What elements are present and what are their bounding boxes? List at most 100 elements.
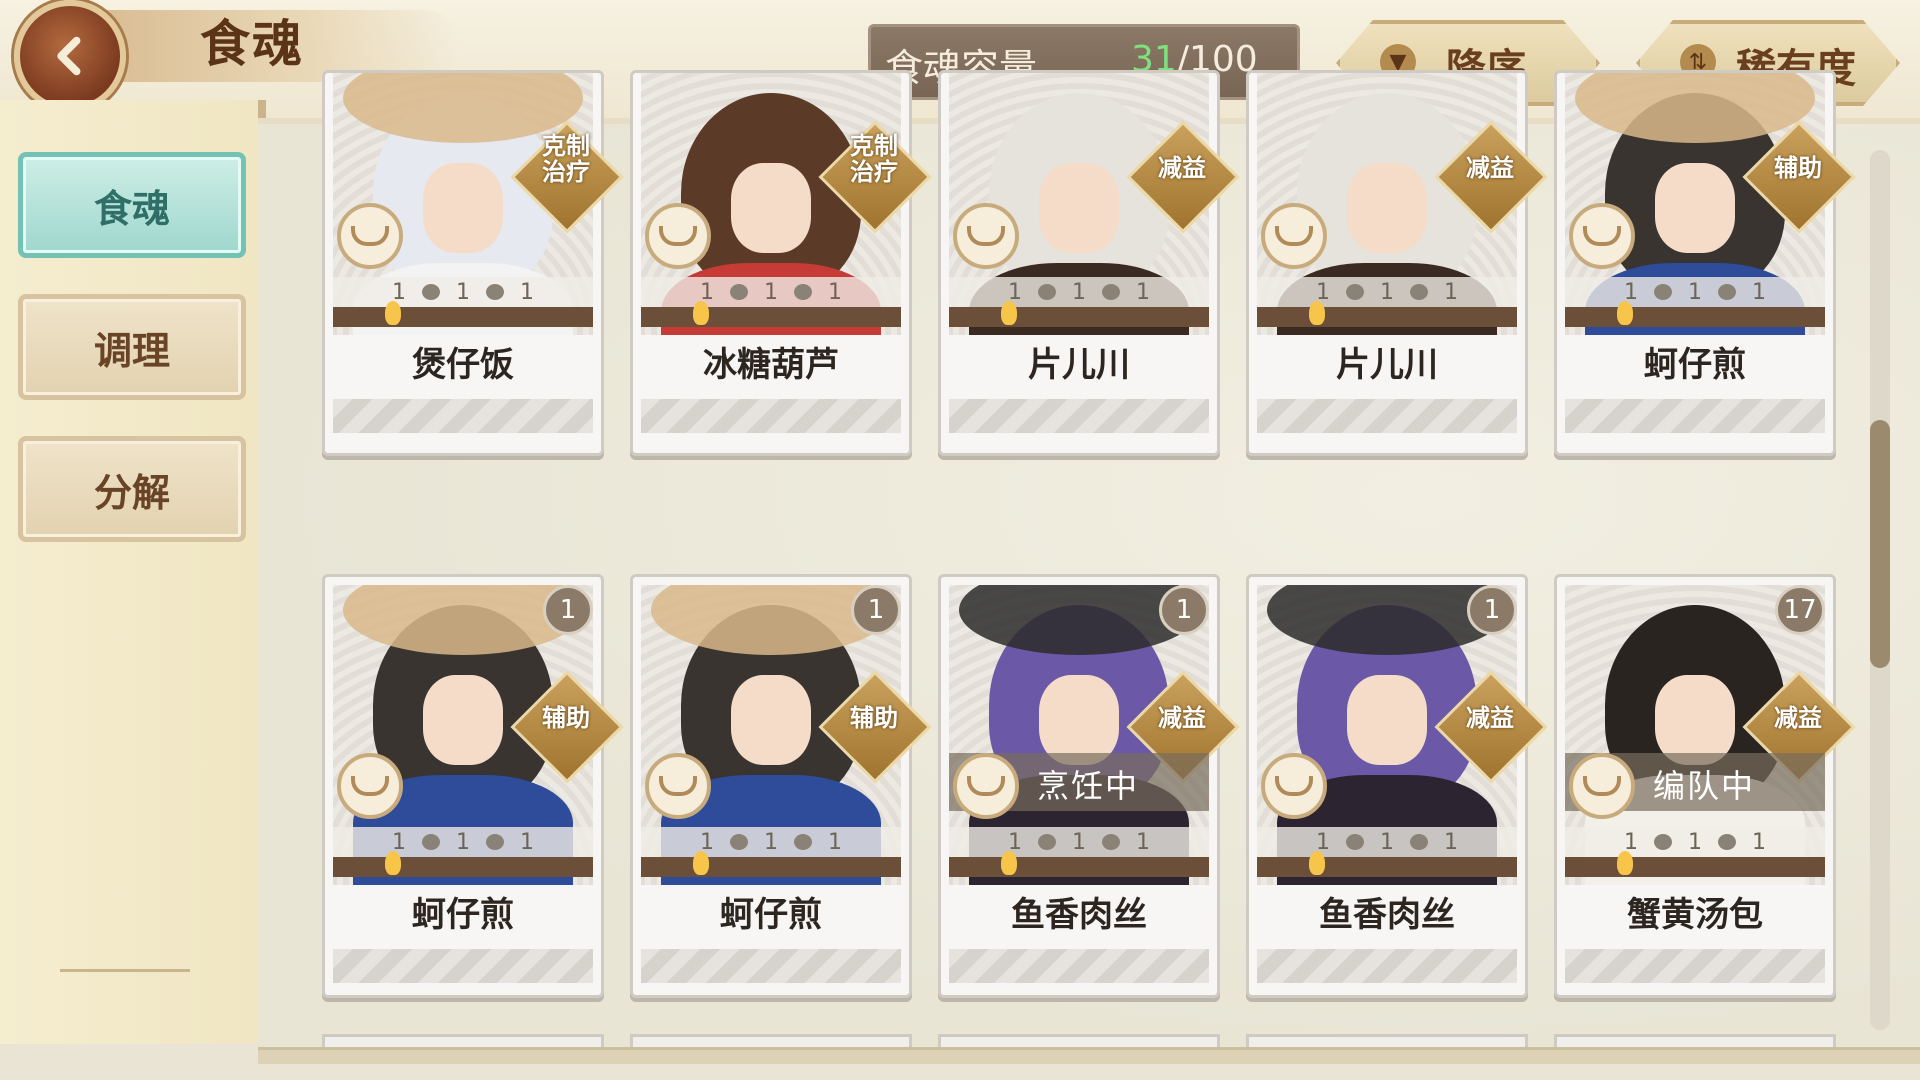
stat-value: 1 — [1380, 279, 1394, 305]
portrait-face — [1347, 163, 1427, 253]
role-label: 减益 — [1466, 154, 1514, 182]
stat-value: 1 — [1688, 829, 1702, 855]
food-soul-card[interactable]: 1 减益 烹饪中 1 1 1 鱼香肉丝 — [938, 574, 1240, 998]
food-soul-card[interactable]: 克制 治疗 1 1 1 冰糖葫芦 — [630, 70, 932, 456]
tab-decompose[interactable]: 分解 — [18, 436, 246, 542]
dish-icon — [645, 203, 711, 269]
food-soul-card[interactable]: 1 辅助 1 1 1 蚵仔煎 — [322, 574, 624, 998]
sidebar-ornament — [60, 969, 190, 1032]
role-label: 减益 — [1158, 154, 1206, 182]
tab-cook[interactable]: 调理 — [18, 294, 246, 400]
portrait-face — [1039, 675, 1119, 765]
card-foot — [1565, 949, 1825, 983]
stat-value: 1 — [520, 829, 534, 855]
role-label: 克制 治疗 — [542, 132, 590, 186]
scrollbar-thumb[interactable] — [1870, 420, 1890, 668]
fire-star-icon — [385, 851, 401, 875]
card-name: 蚵仔煎 — [412, 895, 514, 935]
stats-row: 111 — [641, 277, 901, 307]
level-badge: 1 — [1159, 585, 1209, 635]
tab-food-soul[interactable]: 食魂 — [18, 152, 246, 258]
flame-icon — [1102, 834, 1120, 850]
flame-icon — [486, 834, 504, 850]
portrait-face — [423, 675, 503, 765]
portrait-face — [423, 163, 503, 253]
drop-icon — [1346, 284, 1364, 300]
role-label: 辅助 — [1774, 154, 1822, 182]
food-soul-card[interactable]: 辅助 1 1 1 蚵仔煎 — [1554, 70, 1856, 456]
stats-row: 111 — [641, 827, 901, 857]
portrait-face — [731, 675, 811, 765]
stats-row: 111 — [333, 827, 593, 857]
food-soul-card[interactable]: 17 减益 编队中 1 1 1 蟹黄汤包 — [1554, 574, 1856, 998]
drop-icon — [422, 834, 440, 850]
dish-icon — [1261, 203, 1327, 269]
dish-icon — [953, 203, 1019, 269]
card-peek — [1246, 1034, 1528, 1047]
portrait-face — [1039, 163, 1119, 253]
dish-icon — [645, 753, 711, 819]
portrait-hat — [1575, 73, 1815, 143]
food-soul-card[interactable]: 1 辅助 1 1 1 蚵仔煎 — [630, 574, 932, 998]
flame-icon — [1410, 834, 1428, 850]
drop-icon — [1038, 284, 1056, 300]
card-foot — [1257, 399, 1517, 433]
level-badge: 1 — [1467, 585, 1517, 635]
stat-value: 1 — [1444, 829, 1458, 855]
drop-icon — [1654, 834, 1672, 850]
stats-row: 111 — [333, 277, 593, 307]
food-soul-card[interactable]: 1 减益 1 1 1 鱼香肉丝 — [1246, 574, 1548, 998]
drop-icon — [1346, 834, 1364, 850]
star-row — [949, 851, 1209, 877]
fire-star-icon — [385, 301, 401, 325]
card-peek — [1554, 1034, 1836, 1047]
flame-icon — [1102, 284, 1120, 300]
stat-value: 1 — [828, 279, 842, 305]
page-title: 食魂 — [200, 14, 304, 73]
card-name: 片儿川 — [1028, 345, 1130, 385]
food-soul-card[interactable]: 减益 1 1 1 片儿川 — [938, 70, 1240, 456]
food-soul-card[interactable]: 克制 治疗 1 1 1 煲仔饭 — [322, 70, 624, 456]
portrait-face — [1347, 675, 1427, 765]
fire-star-icon — [1309, 851, 1325, 875]
fire-star-icon — [1001, 851, 1017, 875]
card-foot — [949, 399, 1209, 433]
stat-value: 1 — [1136, 829, 1150, 855]
stat-value: 1 — [1688, 279, 1702, 305]
stat-value: 1 — [456, 279, 470, 305]
back-button[interactable] — [14, 0, 126, 112]
stats-row: 111 — [1257, 827, 1517, 857]
card-foot — [641, 399, 901, 433]
stat-value: 1 — [1380, 829, 1394, 855]
card-peek — [322, 1034, 604, 1047]
dish-icon — [337, 753, 403, 819]
portrait-face — [1655, 163, 1735, 253]
stats-row: 111 — [1565, 277, 1825, 307]
card-foot — [1565, 399, 1825, 433]
stat-value: 1 — [1136, 279, 1150, 305]
drop-icon — [730, 834, 748, 850]
food-soul-card[interactable]: 减益 1 1 1 片儿川 — [1246, 70, 1548, 456]
level-badge: 17 — [1775, 585, 1825, 635]
card-name: 蟹黄汤包 — [1627, 895, 1763, 935]
star-row — [641, 301, 901, 327]
stat-value: 1 — [764, 829, 778, 855]
dish-icon — [953, 753, 1019, 819]
dish-icon — [1261, 753, 1327, 819]
card-peek — [938, 1034, 1220, 1047]
flame-icon — [486, 284, 504, 300]
flame-icon — [794, 834, 812, 850]
card-name: 蚵仔煎 — [720, 895, 822, 935]
status-text: 编队中 — [1653, 767, 1756, 805]
dish-icon — [1569, 753, 1635, 819]
card-peek — [630, 1034, 912, 1047]
portrait-face — [731, 163, 811, 253]
dish-icon — [337, 203, 403, 269]
fire-star-icon — [1617, 301, 1633, 325]
star-row — [1565, 301, 1825, 327]
star-row — [1257, 851, 1517, 877]
tab-label: 食魂 — [93, 185, 170, 231]
level-badge: 1 — [851, 585, 901, 635]
card-name: 鱼香肉丝 — [1011, 895, 1147, 935]
role-label: 辅助 — [542, 704, 590, 732]
